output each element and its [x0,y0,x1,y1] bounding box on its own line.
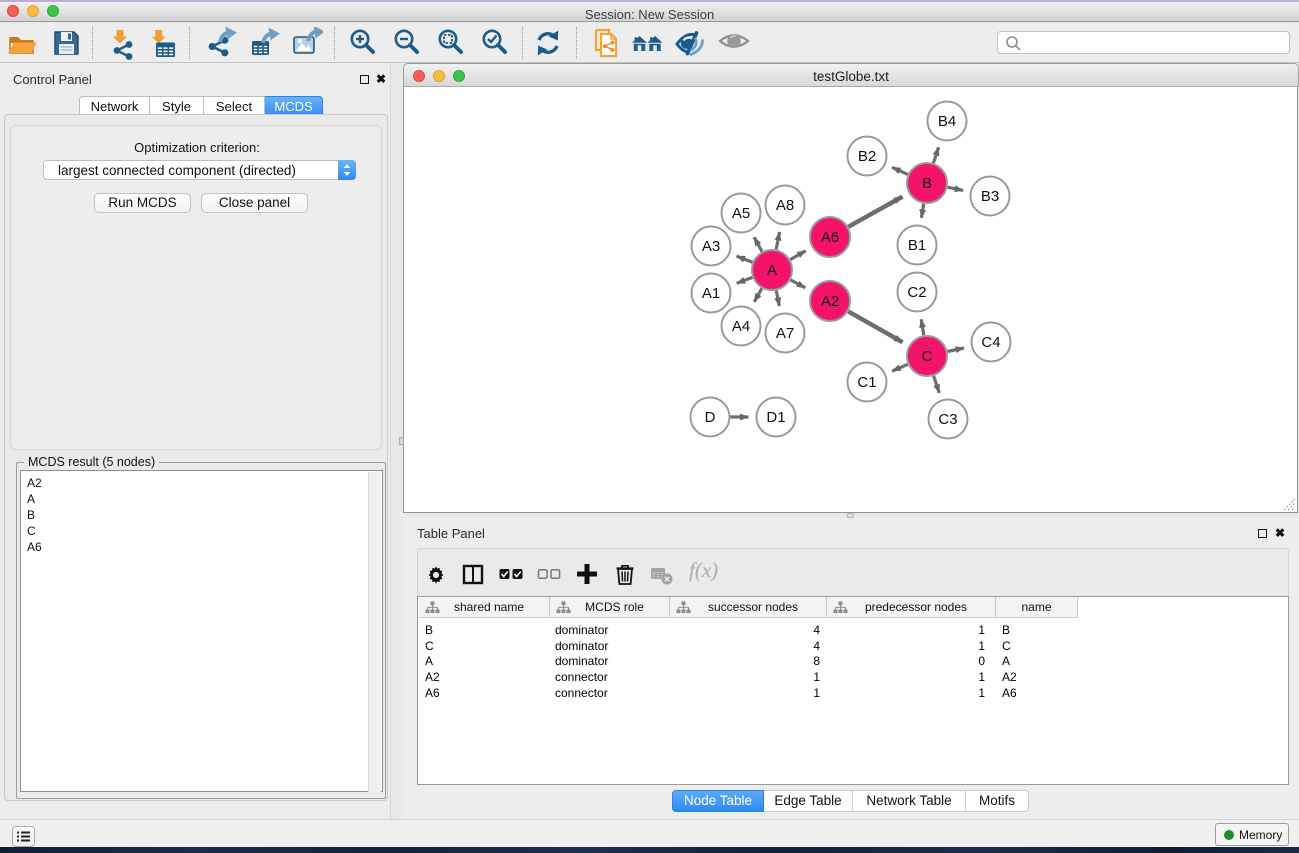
svg-text:C2: C2 [907,284,926,301]
svg-text:D1: D1 [766,409,785,426]
svg-text:B3: B3 [981,188,999,205]
svg-text:B: B [922,175,932,192]
svg-text:A: A [767,262,777,279]
svg-text:A4: A4 [732,318,750,335]
svg-text:A7: A7 [776,325,794,342]
svg-text:A3: A3 [702,238,720,255]
svg-text:A1: A1 [702,285,720,302]
svg-text:C4: C4 [981,334,1000,351]
svg-text:A6: A6 [821,229,839,246]
svg-text:C3: C3 [938,411,957,428]
svg-text:B4: B4 [938,113,956,130]
svg-text:B1: B1 [908,237,926,254]
svg-text:A2: A2 [821,293,839,310]
svg-text:C: C [922,348,933,365]
svg-text:A5: A5 [732,205,750,222]
svg-text:C1: C1 [857,374,876,391]
svg-text:A8: A8 [776,197,794,214]
svg-text:B2: B2 [858,148,876,165]
svg-text:D: D [705,409,716,426]
